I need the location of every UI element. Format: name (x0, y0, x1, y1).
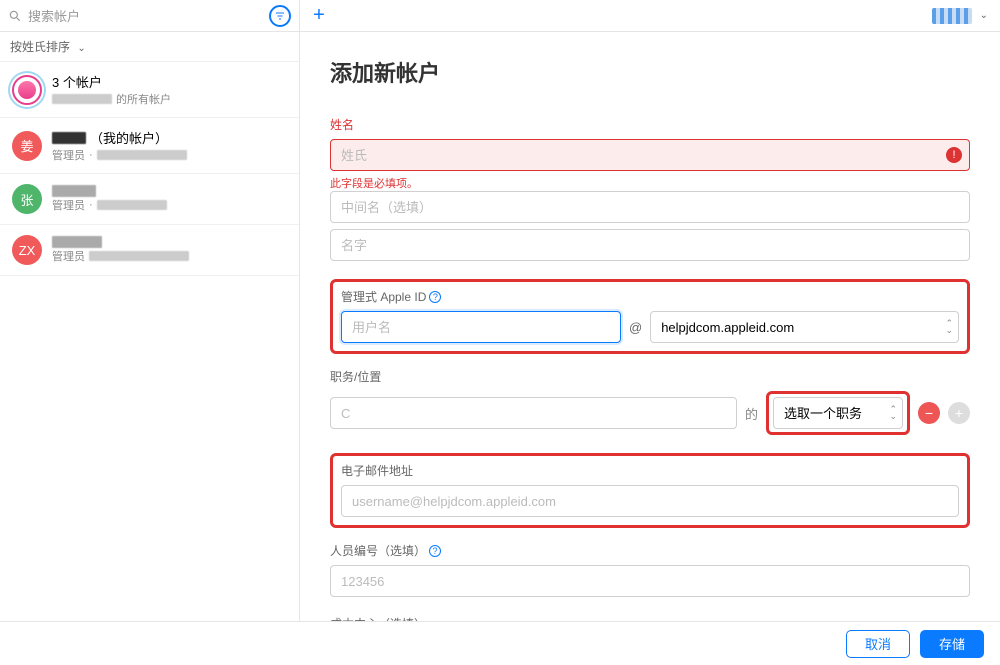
search-placeholder: 搜索帐户 (28, 6, 80, 25)
add-role-button[interactable]: + (948, 402, 970, 424)
account-role: 管理员 · (52, 147, 287, 163)
sort-label: 按姓氏排序 ⌄ (10, 40, 86, 54)
filter-icon[interactable] (269, 5, 291, 27)
user-menu[interactable] (932, 8, 972, 24)
account-name (52, 185, 287, 197)
footer-bar: 取消 存储 (0, 621, 1000, 665)
error-icon: ! (946, 147, 962, 163)
cancel-button[interactable]: 取消 (846, 630, 910, 658)
middle-name-input[interactable] (330, 191, 970, 223)
last-name-input[interactable] (330, 139, 970, 171)
list-item[interactable]: 张 管理员 · (0, 174, 299, 225)
help-icon[interactable]: ? (429, 291, 441, 303)
role-suffix: 的 (745, 404, 758, 423)
topbar-right: ⌄ (328, 8, 1000, 24)
email-label: 电子邮件地址 (341, 462, 959, 479)
sort-dropdown[interactable]: 按姓氏排序 ⌄ (0, 32, 299, 62)
person-id-label: 人员编号（选填）? (330, 542, 970, 559)
group-avatar-icon (12, 75, 42, 105)
chevron-down-icon: ⌄ (980, 10, 988, 21)
sidebar: 按姓氏排序 ⌄ 3 个帐户 的所有帐户 姜 （我的帐户） 管理员 · 张 管理员… (0, 32, 300, 621)
email-input[interactable] (341, 485, 959, 517)
person-id-input[interactable] (330, 565, 970, 597)
role-select[interactable]: 选取一个职务 (773, 397, 903, 429)
search-icon (8, 9, 22, 23)
apple-id-domain-select[interactable]: helpjdcom.appleid.com (650, 311, 959, 343)
main-form: 添加新帐户 姓名 ! 此字段是必填项。 管理式 Apple ID? @ help… (300, 32, 1000, 621)
list-item[interactable]: ZX 管理员 (0, 225, 299, 276)
role-label: 职务/位置 (330, 368, 970, 385)
location-input[interactable] (330, 397, 737, 429)
add-account-button[interactable]: + (300, 4, 328, 27)
name-section: 姓名 ! 此字段是必填项。 (330, 116, 970, 261)
email-section-highlight: 电子邮件地址 (330, 453, 970, 528)
account-summary-row[interactable]: 3 个帐户 的所有帐户 (0, 62, 299, 118)
account-count: 3 个帐户 (52, 72, 287, 91)
name-label: 姓名 (330, 116, 970, 133)
apple-id-label: 管理式 Apple ID? (341, 288, 959, 305)
apple-id-username-input[interactable] (341, 311, 621, 343)
account-name (52, 236, 287, 248)
save-button[interactable]: 存储 (920, 630, 984, 658)
list-item[interactable]: 姜 （我的帐户） 管理员 · (0, 118, 299, 174)
search-field[interactable]: 搜索帐户 (8, 6, 265, 25)
remove-role-button[interactable]: − (918, 402, 940, 424)
account-summary-sub: 的所有帐户 (52, 91, 287, 107)
avatar: 姜 (12, 131, 42, 161)
name-error-msg: 此字段是必填项。 (330, 175, 970, 191)
person-id-section: 人员编号（选填）? (330, 542, 970, 597)
avatar: ZX (12, 235, 42, 265)
apple-id-section-highlight: 管理式 Apple ID? @ helpjdcom.appleid.com (330, 279, 970, 354)
topbar-left: 搜索帐户 (0, 0, 300, 31)
help-icon[interactable]: ? (429, 545, 441, 557)
at-symbol: @ (629, 320, 642, 335)
top-bar: 搜索帐户 + ⌄ (0, 0, 1000, 32)
role-section: 职务/位置 的 选取一个职务 − + (330, 368, 970, 435)
avatar: 张 (12, 184, 42, 214)
first-name-input[interactable] (330, 229, 970, 261)
account-name: （我的帐户） (52, 128, 287, 147)
account-role: 管理员 · (52, 197, 287, 213)
page-title: 添加新帐户 (330, 56, 970, 88)
account-role: 管理员 (52, 248, 287, 264)
